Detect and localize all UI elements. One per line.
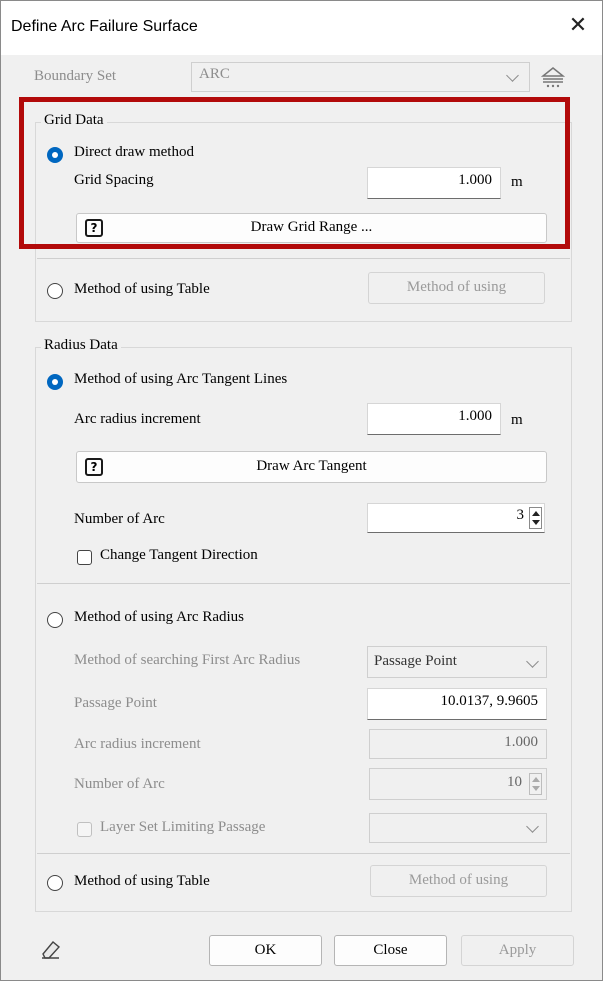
arc-radius-increment-value: 1.000 <box>458 408 492 424</box>
search-method-label: Method of searching First Arc Radius <box>74 652 301 668</box>
draw-arc-tangent-label: Draw Arc Tangent <box>256 458 367 474</box>
radius-table-radio[interactable] <box>47 875 63 891</box>
arc-radius-radio[interactable] <box>47 612 63 628</box>
window-title: Define Arc Failure Surface <box>11 18 198 35</box>
arc-radius-increment-label: Arc radius increment <box>74 411 201 427</box>
close-button[interactable]: Close <box>334 935 447 966</box>
spinner <box>529 773 542 795</box>
boundary-set-select[interactable]: ARC <box>191 62 530 92</box>
eraser-icon[interactable] <box>39 938 63 960</box>
chevron-down-icon <box>526 820 539 833</box>
dialog-window: Define Arc Failure Surface ✕ Boundary Se… <box>0 0 603 981</box>
arc-radius-increment2-input: 1.000 <box>369 729 547 759</box>
grid-table-button[interactable]: Method of using <box>368 272 545 304</box>
ok-label: OK <box>254 942 277 958</box>
change-direction-checkbox[interactable] <box>77 550 92 565</box>
divider <box>37 258 570 259</box>
layer-set-label: Layer Set Limiting Passage <box>100 819 266 835</box>
layer-set-checkbox <box>77 822 92 837</box>
apply-label: Apply <box>498 942 537 958</box>
divider <box>37 583 570 584</box>
search-method-select[interactable]: Passage Point <box>367 646 547 678</box>
number-of-arc-value: 3 <box>516 507 525 523</box>
number-of-arc2-input: 10 <box>369 768 547 800</box>
divider <box>37 853 570 854</box>
boundary-set-label: Boundary Set <box>34 68 117 84</box>
passage-point-input[interactable]: 10.0137, 9.9605 <box>367 688 547 720</box>
arc-tangent-radio[interactable] <box>47 374 63 390</box>
apply-button[interactable]: Apply <box>461 935 574 966</box>
radius-table-label: Method of using Table <box>74 873 210 889</box>
draw-arc-tangent-button[interactable]: ? Draw Arc Tangent <box>76 451 547 483</box>
passage-point-label: Passage Point <box>74 695 157 711</box>
spinner[interactable] <box>529 507 542 529</box>
grid-table-button-label: Method of using <box>406 279 507 295</box>
spin-up-icon <box>532 777 540 782</box>
ok-button[interactable]: OK <box>209 935 322 966</box>
chevron-down-icon <box>506 69 519 82</box>
arc-tangent-label: Method of using Arc Tangent Lines <box>74 371 288 387</box>
passage-point-value: 10.0137, 9.9605 <box>440 693 539 709</box>
highlight-box <box>19 97 570 249</box>
number-of-arc-label: Number of Arc <box>74 511 165 527</box>
number-of-arc2-value: 10 <box>507 774 522 790</box>
chevron-down-icon <box>526 655 539 668</box>
boundary-set-value: ARC <box>199 66 230 82</box>
search-method-value: Passage Point <box>374 653 457 669</box>
layers-stack-icon[interactable] <box>540 64 566 90</box>
close-icon[interactable]: ✕ <box>563 11 593 41</box>
arc-radius-increment2-label: Arc radius increment <box>74 736 201 752</box>
close-label: Close <box>373 942 408 958</box>
arc-radius-label: Method of using Arc Radius <box>74 609 244 625</box>
grid-table-label: Method of using Table <box>74 281 210 297</box>
arc-radius-increment2-value: 1.000 <box>504 734 538 750</box>
number-of-arc-input[interactable]: 3 <box>367 503 545 533</box>
radius-table-button[interactable]: Method of using <box>370 865 547 897</box>
arc-radius-increment-input[interactable]: 1.000 <box>367 403 501 435</box>
spin-down-icon[interactable] <box>532 520 540 525</box>
radius-data-title: Radius Data <box>41 337 121 354</box>
layer-set-select <box>369 813 547 843</box>
spin-down-icon <box>532 786 540 791</box>
change-direction-label: Change Tangent Direction <box>100 547 258 563</box>
number-of-arc2-label: Number of Arc <box>74 776 165 792</box>
radius-table-button-label: Method of using <box>408 872 509 888</box>
grid-table-radio[interactable] <box>47 283 63 299</box>
arc-radius-increment-unit: m <box>511 412 523 428</box>
title-bar: Define Arc Failure Surface ✕ <box>1 1 602 55</box>
spin-up-icon[interactable] <box>532 511 540 516</box>
